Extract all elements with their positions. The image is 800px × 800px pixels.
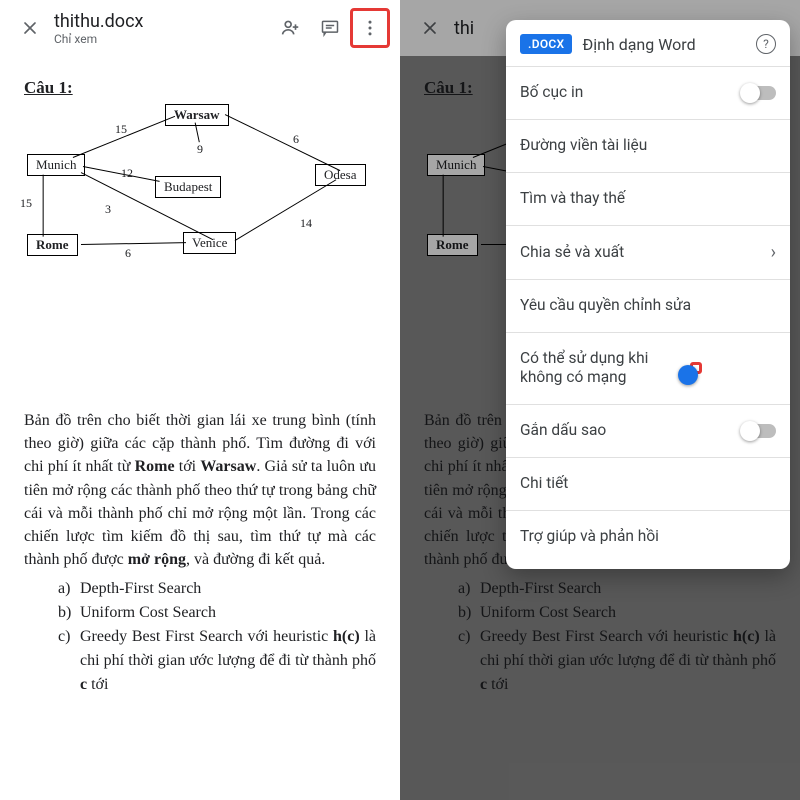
options-list: a)Depth-First Search b)Uniform Cost Sear… <box>58 577 376 697</box>
edge-label: 6 <box>293 132 299 147</box>
left-pane: thithu.docx Chỉ xem Câu 1: Warsaw Munich… <box>0 0 400 800</box>
node-munich: Munich <box>27 154 85 176</box>
node-venice: Venice <box>183 232 236 254</box>
right-pane: thi Câu 1: Munich Rome Bản đồ trên cho b… <box>400 0 800 800</box>
title-block: thithu.docx Chỉ xem <box>54 11 270 46</box>
more-menu-icon[interactable] <box>350 8 390 48</box>
toggle-star[interactable] <box>742 424 776 438</box>
node-budapest: Budapest <box>155 176 221 198</box>
node-odesa: Odesa <box>315 164 366 186</box>
menu-offline[interactable]: Có thể sử dụng khi không có mạng <box>506 335 790 402</box>
edge-label: 9 <box>197 142 203 157</box>
menu-help-feedback[interactable]: Trợ giúp và phản hồi <box>506 513 790 561</box>
edge-label: 14 <box>300 216 312 231</box>
menu-header: .DOCX Định dạng Word ? <box>506 26 790 64</box>
question-label: Câu 1: <box>24 78 376 98</box>
close-icon[interactable] <box>410 8 450 48</box>
menu-title: Định dạng Word <box>582 35 746 54</box>
help-icon[interactable]: ? <box>756 34 776 54</box>
comment-icon[interactable] <box>310 8 350 48</box>
menu-request-edit[interactable]: Yêu cầu quyền chỉnh sửa <box>506 282 790 330</box>
edge-label: 12 <box>121 166 133 181</box>
close-icon[interactable] <box>10 8 50 48</box>
edge-label: 3 <box>105 202 111 217</box>
document-content: Câu 1: Warsaw Munich Budapest Odesa Rome… <box>0 56 400 697</box>
menu-print-layout[interactable]: Bố cục in <box>506 69 790 117</box>
toggle-print-layout[interactable] <box>742 86 776 100</box>
share-person-icon[interactable] <box>270 8 310 48</box>
menu-find-replace[interactable]: Tìm và thay thế <box>506 175 790 223</box>
doc-title: thithu.docx <box>54 11 270 32</box>
menu-details[interactable]: Chi tiết <box>506 460 790 508</box>
offline-toggle-highlight <box>690 362 702 374</box>
overflow-menu: .DOCX Định dạng Word ? Bố cục in Đường v… <box>506 20 790 569</box>
edge <box>225 114 341 171</box>
edge <box>81 242 186 245</box>
doc-subtitle: Chỉ xem <box>54 32 270 46</box>
topbar: thithu.docx Chỉ xem <box>0 0 400 56</box>
menu-doc-outline[interactable]: Đường viền tài liệu <box>506 122 790 170</box>
edge <box>42 175 43 237</box>
edge <box>235 179 337 241</box>
chevron-right-icon: › <box>771 242 776 263</box>
menu-share-export[interactable]: Chia sẻ và xuất › <box>506 228 790 277</box>
edge-label: 15 <box>115 122 127 137</box>
graph-diagram: Warsaw Munich Budapest Odesa Rome Venice… <box>25 104 375 279</box>
edge-label: 15 <box>20 196 32 211</box>
node-rome: Rome <box>27 234 78 256</box>
docx-badge: .DOCX <box>520 34 572 54</box>
edge-label: 6 <box>125 246 131 261</box>
question-paragraph: Bản đồ trên cho biết thời gian lái xe tr… <box>24 409 376 571</box>
menu-star[interactable]: Gắn dấu sao <box>506 407 790 455</box>
